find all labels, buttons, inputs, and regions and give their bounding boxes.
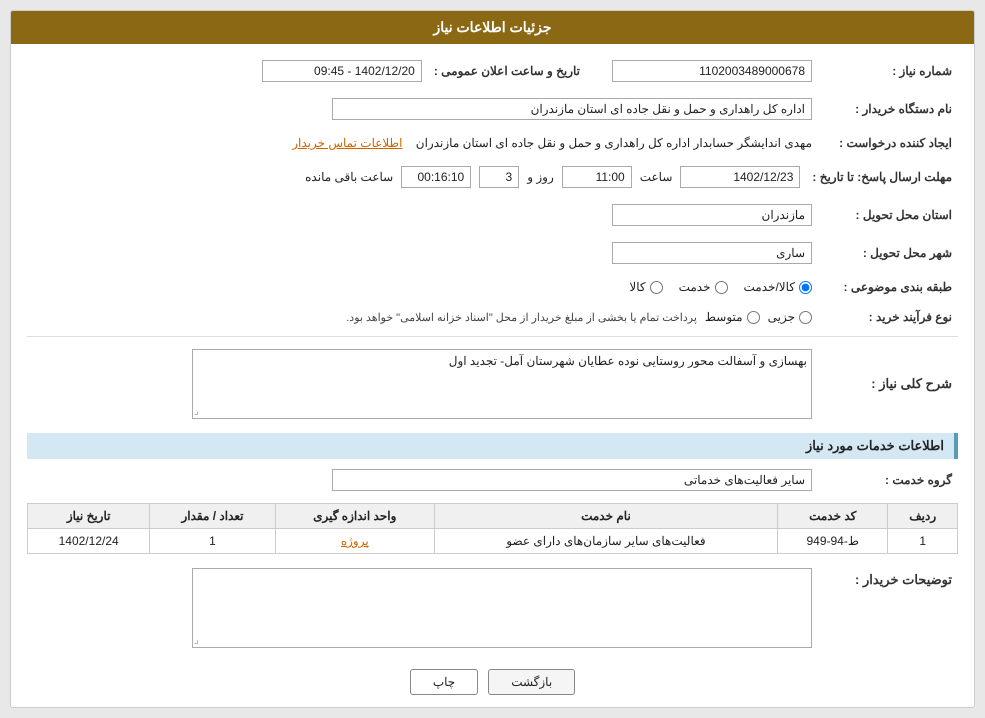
col-name: نام خدمت <box>434 504 777 529</box>
category-label: طبقه بندی موضوعی : <box>818 276 958 298</box>
purchase-type-label: نوع فرآیند خرید : <box>818 306 958 328</box>
category-kala-khidmat[interactable]: کالا/خدمت <box>744 280 812 294</box>
response-days: 3 <box>479 166 519 188</box>
response-remaining: 00:16:10 <box>401 166 471 188</box>
purchase-type-note: پرداخت تمام یا بخشی از مبلغ خریدار از مح… <box>346 311 697 324</box>
resize-icon: ⌟ <box>194 406 199 417</box>
service-group-value: سایر فعالیت‌های خدماتی <box>332 469 812 491</box>
buyer-org-label: نام دستگاه خریدار : <box>818 94 958 124</box>
purchase-type-motavasset[interactable]: متوسط <box>705 310 760 324</box>
page-title: جزئیات اطلاعات نیاز <box>11 11 974 44</box>
back-button[interactable]: بازگشت <box>488 669 575 695</box>
response-time: 11:00 <box>562 166 632 188</box>
table-row: 1ط-94-949فعالیت‌های سایر سازمان‌های دارا… <box>28 529 958 554</box>
response-remaining-label: ساعت باقی مانده <box>305 170 393 184</box>
delivery-city-label: شهر محل تحویل : <box>818 238 958 268</box>
need-description-value: بهسازی و آسفالت محور روستایی نوده عطایان… <box>192 349 812 419</box>
purchase-type-jozii[interactable]: جزیی <box>768 310 812 324</box>
delivery-city-value: ساری <box>612 242 812 264</box>
col-quantity: تعداد / مقدار <box>150 504 275 529</box>
response-deadline-label: مهلت ارسال پاسخ: تا تاریخ : <box>806 162 958 192</box>
print-button[interactable]: چاپ <box>410 669 478 695</box>
response-date: 1402/12/23 <box>680 166 800 188</box>
buyer-org-value: اداره کل راهداری و حمل و نقل جاده ای است… <box>332 98 812 120</box>
response-days-label: روز و <box>527 170 554 184</box>
need-number-value: 1102003489000678 <box>612 60 812 82</box>
creator-label: ایجاد کننده درخواست : <box>818 132 958 154</box>
need-number-label: شماره نیاز : <box>818 56 958 86</box>
announcement-datetime-value: 1402/12/20 - 09:45 <box>262 60 422 82</box>
col-date: تاریخ نیاز <box>28 504 150 529</box>
services-section-title: اطلاعات خدمات مورد نیاز <box>27 433 958 459</box>
buyer-notes-value <box>192 568 812 648</box>
need-description-label: شرح کلی نیاز : <box>818 345 958 423</box>
resize-icon-notes: ⌟ <box>194 635 199 646</box>
category-kala[interactable]: کالا <box>629 280 662 294</box>
contact-link[interactable]: اطلاعات تماس خریدار <box>292 136 402 150</box>
col-unit: واحد اندازه گیری <box>275 504 434 529</box>
services-table: ردیف کد خدمت نام خدمت واحد اندازه گیری ت… <box>27 503 958 554</box>
buyer-notes-label: توضیحات خریدار : <box>818 564 958 655</box>
creator-value: مهدی اندایشگر حسابدار اداره کل راهداری و… <box>416 136 812 150</box>
delivery-province-label: استان محل تحویل : <box>818 200 958 230</box>
category-khidmat[interactable]: خدمت <box>679 280 728 294</box>
service-group-label: گروه خدمت : <box>818 465 958 495</box>
col-row: ردیف <box>888 504 958 529</box>
response-time-label: ساعت <box>640 170 673 184</box>
announcement-datetime-label: تاریخ و ساعت اعلان عمومی : <box>428 56 586 86</box>
col-code: کد خدمت <box>778 504 888 529</box>
delivery-province-value: مازندران <box>612 204 812 226</box>
